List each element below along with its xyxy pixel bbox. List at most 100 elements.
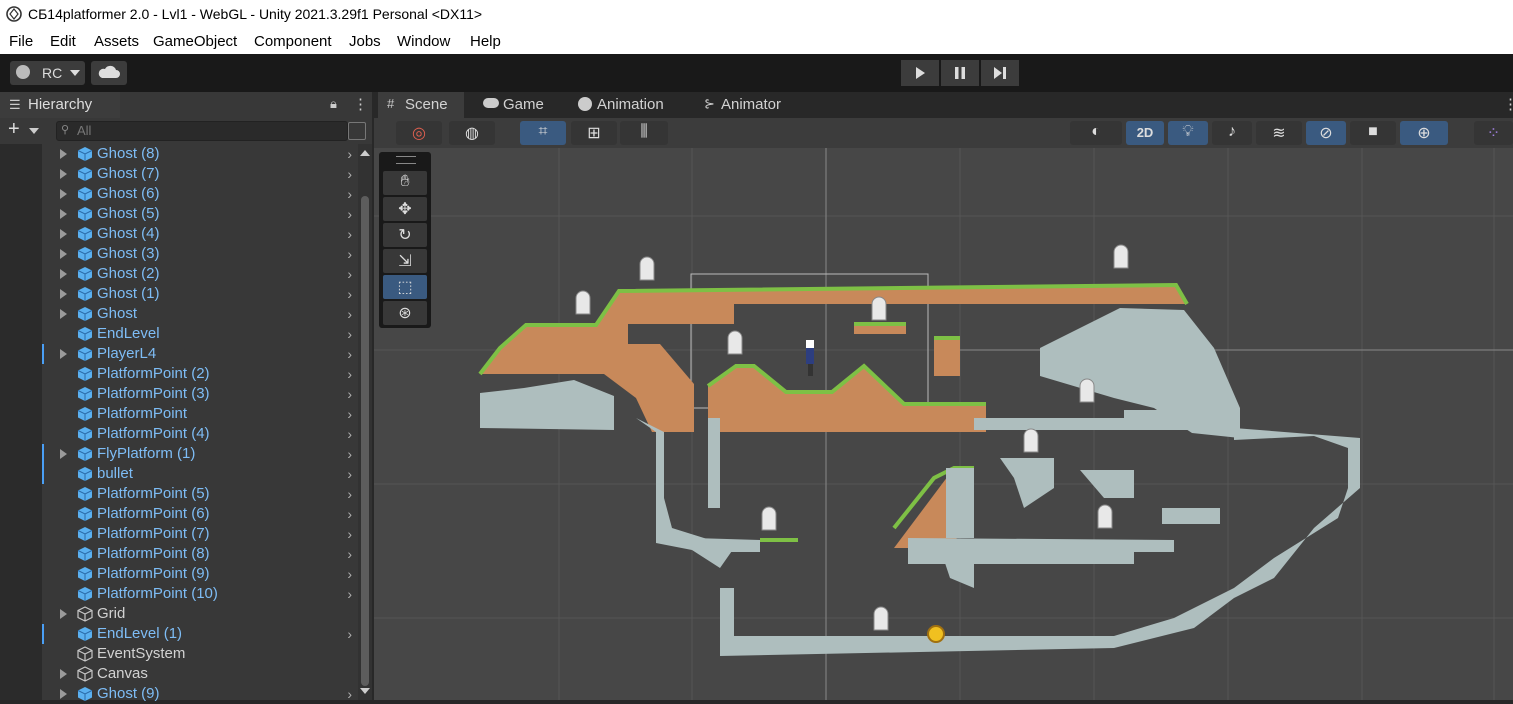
chevron-right-icon[interactable]: ›	[347, 326, 352, 342]
audio-toggle[interactable]: ♪	[1212, 121, 1252, 145]
expand-arrow-icon[interactable]	[60, 169, 67, 179]
hierarchy-item[interactable]: Ghost (2) ›	[42, 264, 358, 284]
add-object-icon[interactable]: +	[8, 118, 20, 141]
hierarchy-item[interactable]: Ghost (7) ›	[42, 164, 358, 184]
chevron-right-icon[interactable]: ›	[347, 426, 352, 442]
chevron-right-icon[interactable]: ›	[347, 446, 352, 462]
menu-gameobject[interactable]: GameObject	[153, 33, 237, 50]
expand-arrow-icon[interactable]	[60, 349, 67, 359]
hierarchy-item[interactable]: PlatformPoint (5) ›	[42, 484, 358, 504]
chevron-right-icon[interactable]: ›	[347, 386, 352, 402]
hierarchy-item[interactable]: EndLevel (1) ›	[42, 624, 358, 644]
chevron-right-icon[interactable]: ›	[347, 406, 352, 422]
scene-viewport[interactable]	[374, 148, 1513, 700]
hierarchy-item[interactable]: Ghost (9) ›	[42, 684, 358, 704]
tab-hierarchy[interactable]: ☰ Hierarchy	[0, 92, 120, 118]
hierarchy-item[interactable]: EndLevel ›	[42, 324, 358, 344]
hierarchy-item[interactable]: PlatformPoint (2) ›	[42, 364, 358, 384]
chevron-right-icon[interactable]: ›	[347, 286, 352, 302]
hierarchy-item[interactable]: Canvas	[42, 664, 358, 684]
hierarchy-item[interactable]: Ghost ›	[42, 304, 358, 324]
chevron-right-icon[interactable]: ›	[347, 526, 352, 542]
lock-icon[interactable]: 🔒︎	[330, 96, 337, 112]
transform-tool-button[interactable]: ⊛	[383, 301, 427, 325]
scrollbar-thumb[interactable]	[361, 196, 369, 686]
menu-file[interactable]: File	[9, 33, 33, 50]
hierarchy-item[interactable]: Ghost (1) ›	[42, 284, 358, 304]
hierarchy-item[interactable]: PlatformPoint (3) ›	[42, 384, 358, 404]
expand-arrow-icon[interactable]	[60, 689, 67, 699]
hierarchy-item[interactable]: PlatformPoint (8) ›	[42, 544, 358, 564]
camera-dropdown[interactable]: ■	[1350, 121, 1396, 145]
menu-window[interactable]: Window	[397, 33, 450, 50]
expand-arrow-icon[interactable]	[60, 309, 67, 319]
hierarchy-scrollbar[interactable]	[358, 144, 372, 700]
step-button[interactable]	[981, 60, 1019, 86]
play-button[interactable]	[901, 60, 939, 86]
expand-arrow-icon[interactable]	[60, 249, 67, 259]
shading-mode-dropdown[interactable]: ◐	[1070, 121, 1122, 145]
chevron-right-icon[interactable]: ›	[347, 546, 352, 562]
chevron-right-icon[interactable]: ›	[347, 506, 352, 522]
hierarchy-item[interactable]: Grid	[42, 604, 358, 624]
chevron-right-icon[interactable]: ›	[347, 166, 352, 182]
expand-arrow-icon[interactable]	[60, 269, 67, 279]
chevron-right-icon[interactable]: ›	[347, 306, 352, 322]
expand-arrow-icon[interactable]	[60, 609, 67, 619]
account-dropdown[interactable]: RC	[10, 61, 85, 85]
hierarchy-item[interactable]: Ghost (5) ›	[42, 204, 358, 224]
visibility-toggle[interactable]: ⊘	[1306, 121, 1346, 145]
hierarchy-item[interactable]: PlayerL4 ›	[42, 344, 358, 364]
overlay-menu-button[interactable]: ⁘	[1474, 121, 1513, 145]
menu-edit[interactable]: Edit	[50, 33, 76, 50]
hierarchy-item[interactable]: PlatformPoint (4) ›	[42, 424, 358, 444]
menu-component[interactable]: Component	[254, 33, 332, 50]
scale-tool-button[interactable]: ⇲	[383, 249, 427, 273]
lighting-toggle[interactable]: 💡︎	[1168, 121, 1208, 145]
expand-arrow-icon[interactable]	[60, 149, 67, 159]
grid-snap-button[interactable]: ⊞	[571, 121, 617, 145]
pivot-snap-button[interactable]: ⌗	[520, 121, 566, 145]
chevron-right-icon[interactable]: ›	[347, 146, 352, 162]
tab-animator[interactable]: ⊱ Animator	[698, 92, 798, 118]
hierarchy-item[interactable]: PlatformPoint (10) ›	[42, 584, 358, 604]
expand-arrow-icon[interactable]	[60, 209, 67, 219]
expand-arrow-icon[interactable]	[60, 289, 67, 299]
hierarchy-item[interactable]: Ghost (8) ›	[42, 144, 358, 164]
chevron-right-icon[interactable]: ›	[347, 346, 352, 362]
more-menu-icon[interactable]: ⋮	[353, 95, 368, 113]
chevron-right-icon[interactable]: ›	[347, 626, 352, 642]
hierarchy-item[interactable]: PlatformPoint (9) ›	[42, 564, 358, 584]
menu-assets[interactable]: Assets	[94, 33, 139, 50]
hierarchy-item[interactable]: PlatformPoint ›	[42, 404, 358, 424]
tab-scene[interactable]: # Scene	[378, 92, 464, 118]
hierarchy-item[interactable]: Ghost (3) ›	[42, 244, 358, 264]
drag-handle-icon[interactable]	[396, 156, 416, 164]
hierarchy-item[interactable]: PlatformPoint (6) ›	[42, 504, 358, 524]
cloud-button[interactable]	[91, 61, 127, 85]
hierarchy-item[interactable]: EventSystem	[42, 644, 358, 664]
expand-arrow-icon[interactable]	[60, 449, 67, 459]
rect-tool-button[interactable]: ⬚	[383, 275, 427, 299]
chevron-right-icon[interactable]: ›	[347, 246, 352, 262]
menu-jobs[interactable]: Jobs	[349, 33, 381, 50]
chevron-right-icon[interactable]: ›	[347, 586, 352, 602]
chevron-right-icon[interactable]: ›	[347, 466, 352, 482]
global-local-dropdown[interactable]: ◍	[449, 121, 495, 145]
hierarchy-item[interactable]: PlatformPoint (7) ›	[42, 524, 358, 544]
gizmos-dropdown[interactable]: ⊕	[1400, 121, 1448, 145]
pause-button[interactable]	[941, 60, 979, 86]
more-menu-icon[interactable]: ⋮	[1503, 95, 1513, 113]
chevron-right-icon[interactable]: ›	[347, 206, 352, 222]
expand-arrow-icon[interactable]	[60, 189, 67, 199]
chevron-right-icon[interactable]: ›	[347, 266, 352, 282]
hierarchy-item[interactable]: Ghost (4) ›	[42, 224, 358, 244]
chevron-right-icon[interactable]: ›	[347, 566, 352, 582]
search-options-icon[interactable]	[348, 122, 366, 140]
tab-game[interactable]: Game	[476, 92, 562, 118]
hand-tool-button[interactable]: ✋︎	[383, 171, 427, 195]
scroll-down-icon[interactable]	[360, 688, 370, 694]
chevron-right-icon[interactable]: ›	[347, 186, 352, 202]
chevron-right-icon[interactable]: ›	[347, 366, 352, 382]
tab-animation[interactable]: Animation	[572, 92, 682, 118]
